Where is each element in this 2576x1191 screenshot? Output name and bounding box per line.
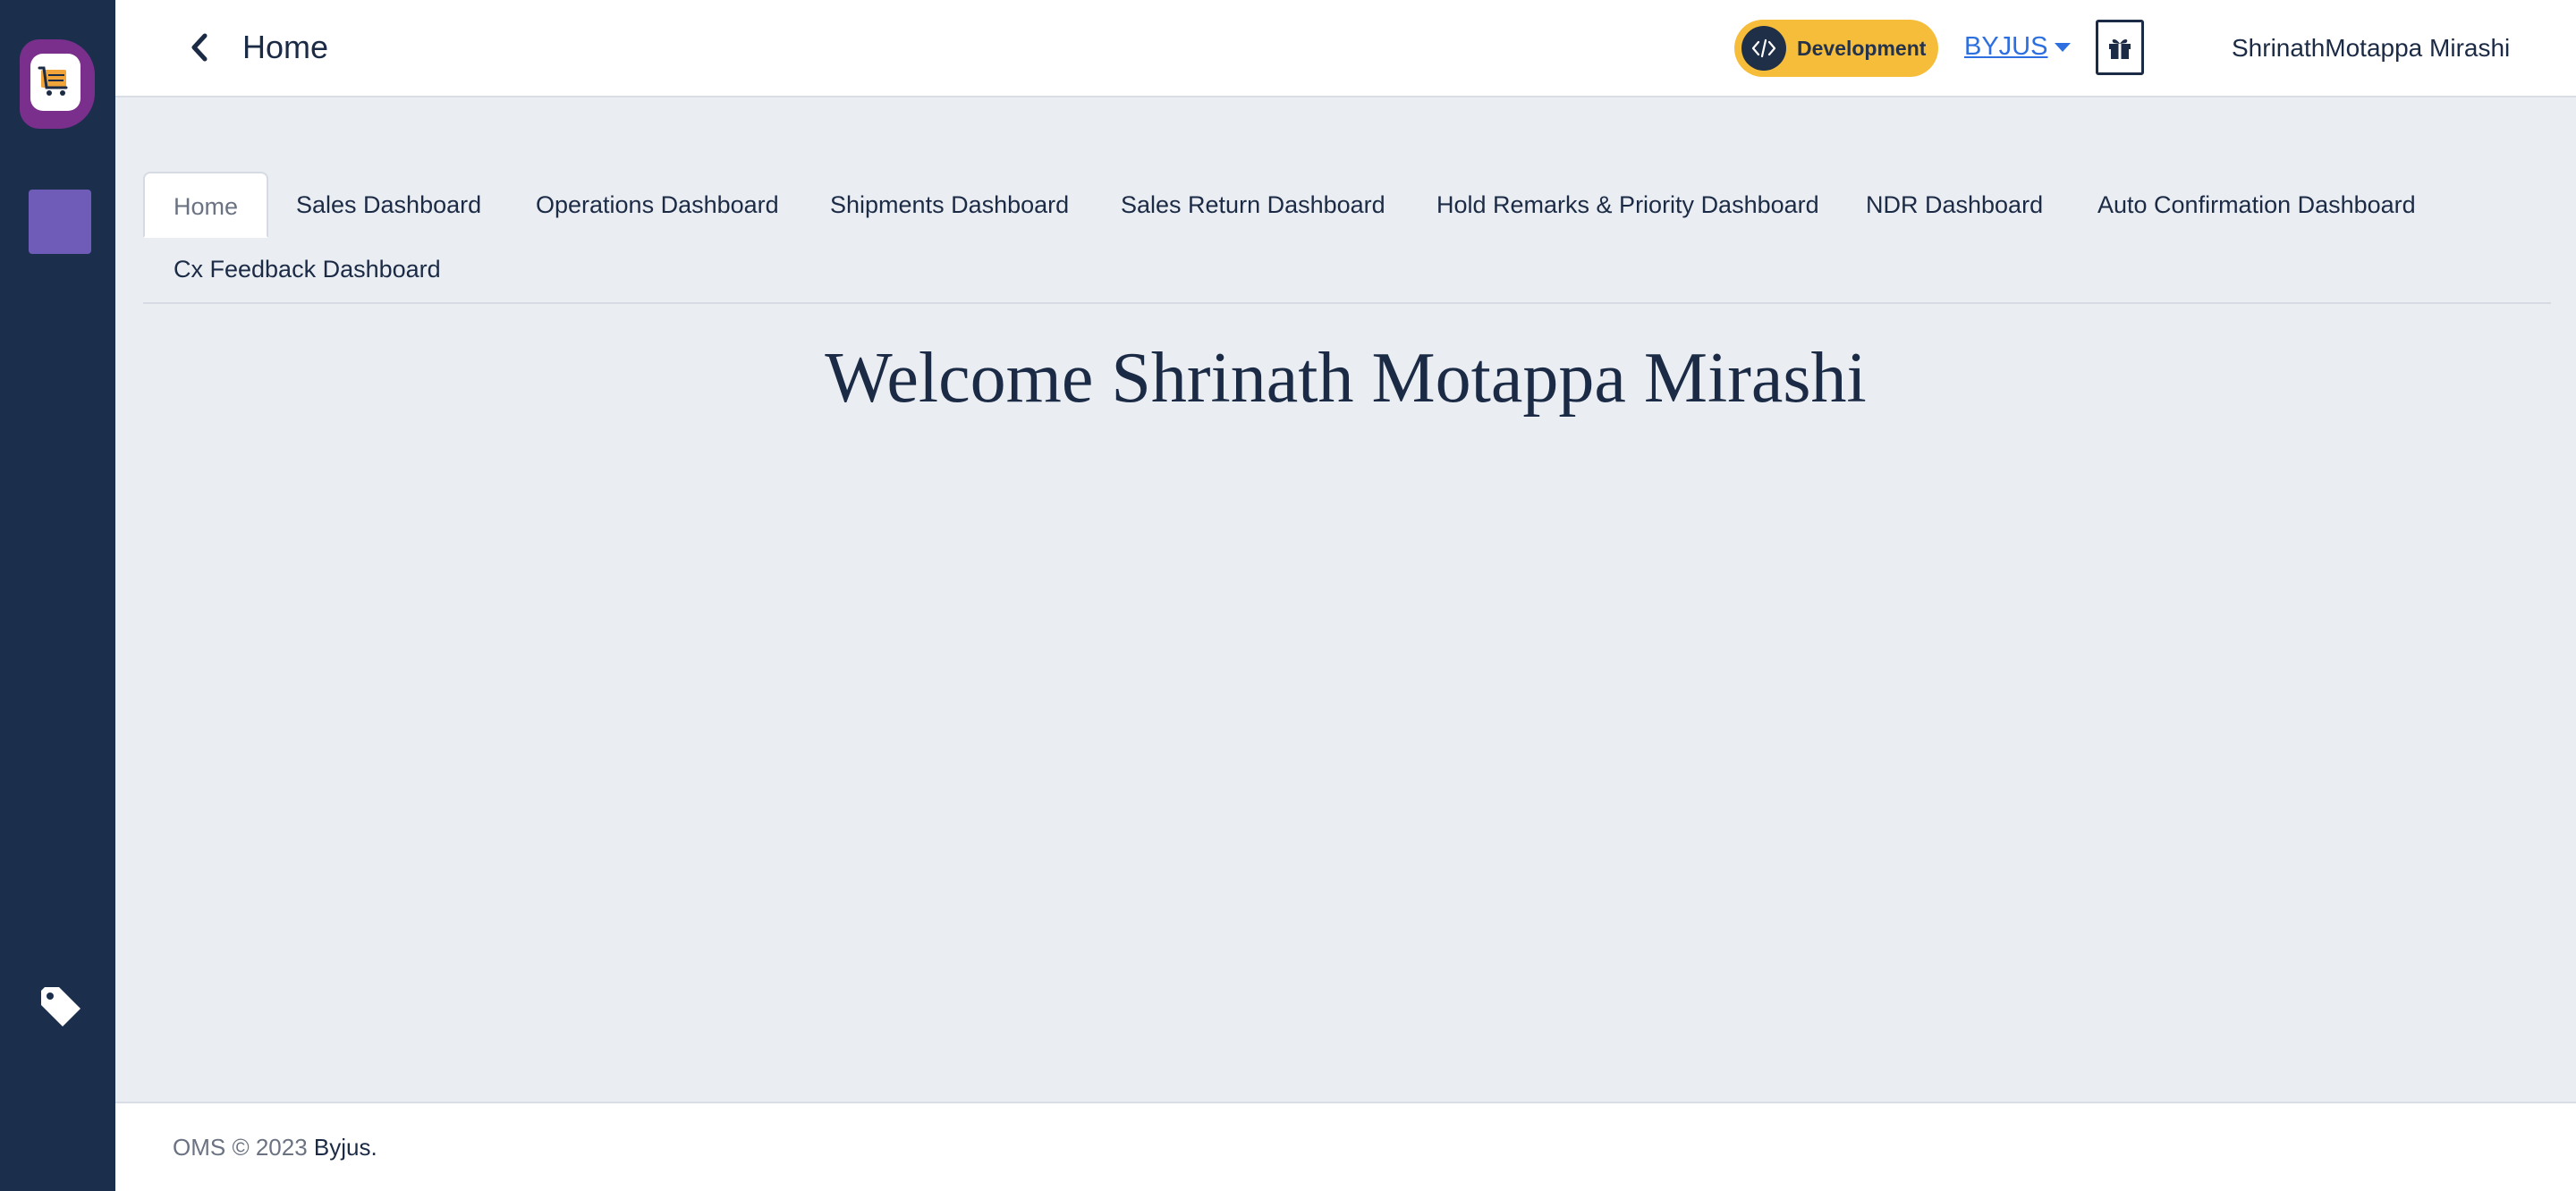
tab-home[interactable]: Home [143,172,269,238]
footer-brand-link[interactable]: Byjus. [314,1134,377,1161]
tab-sales-return-dashboard[interactable]: Sales Return Dashboard [1121,172,1385,238]
organization-dropdown[interactable]: BYJUS [1964,32,2072,62]
tab-hold-remarks-priority-dashboard[interactable]: Hold Remarks & Priority Dashboard [1436,172,1819,238]
cart-logo-icon [30,54,80,111]
organization-label: BYJUS [1964,32,2048,61]
chevron-left-icon[interactable] [187,30,214,64]
code-icon [1741,26,1786,71]
sidebar [0,0,115,1191]
tab-sales-dashboard[interactable]: Sales Dashboard [296,172,481,238]
footer-copyright: OMS © 2023 Byjus. [173,1134,377,1161]
environment-badge[interactable]: Development [1734,20,1938,77]
sidebar-nav-item[interactable] [29,190,91,254]
tab-operations-dashboard[interactable]: Operations Dashboard [536,172,779,238]
caret-down-icon [2055,42,2072,52]
page-title: Home [242,29,329,65]
app-logo[interactable] [20,39,95,129]
tab-shipments-dashboard[interactable]: Shipments Dashboard [830,172,1069,238]
tag-icon[interactable] [38,984,82,1028]
tab-auto-confirmation-dashboard[interactable]: Auto Confirmation Dashboard [2097,172,2416,238]
welcome-heading: Welcome Shrinath Motappa Mirashi [825,339,1867,418]
top-bar: Home Development BYJUS ShrinathMotappa M… [115,0,2576,97]
gift-button[interactable] [2096,20,2144,75]
gift-icon [2109,38,2131,59]
footer-prefix: OMS © 2023 [173,1134,314,1161]
tab-ndr-dashboard[interactable]: NDR Dashboard [1866,172,2043,238]
footer: OMS © 2023 Byjus. [115,1102,2576,1191]
tab-cx-feedback-dashboard[interactable]: Cx Feedback Dashboard [174,236,441,302]
environment-label: Development [1797,36,1927,60]
dashboard-tabs: Home Sales Dashboard Operations Dashboar… [143,172,2551,304]
user-menu[interactable]: ShrinathMotappa Mirashi [2232,34,2510,63]
